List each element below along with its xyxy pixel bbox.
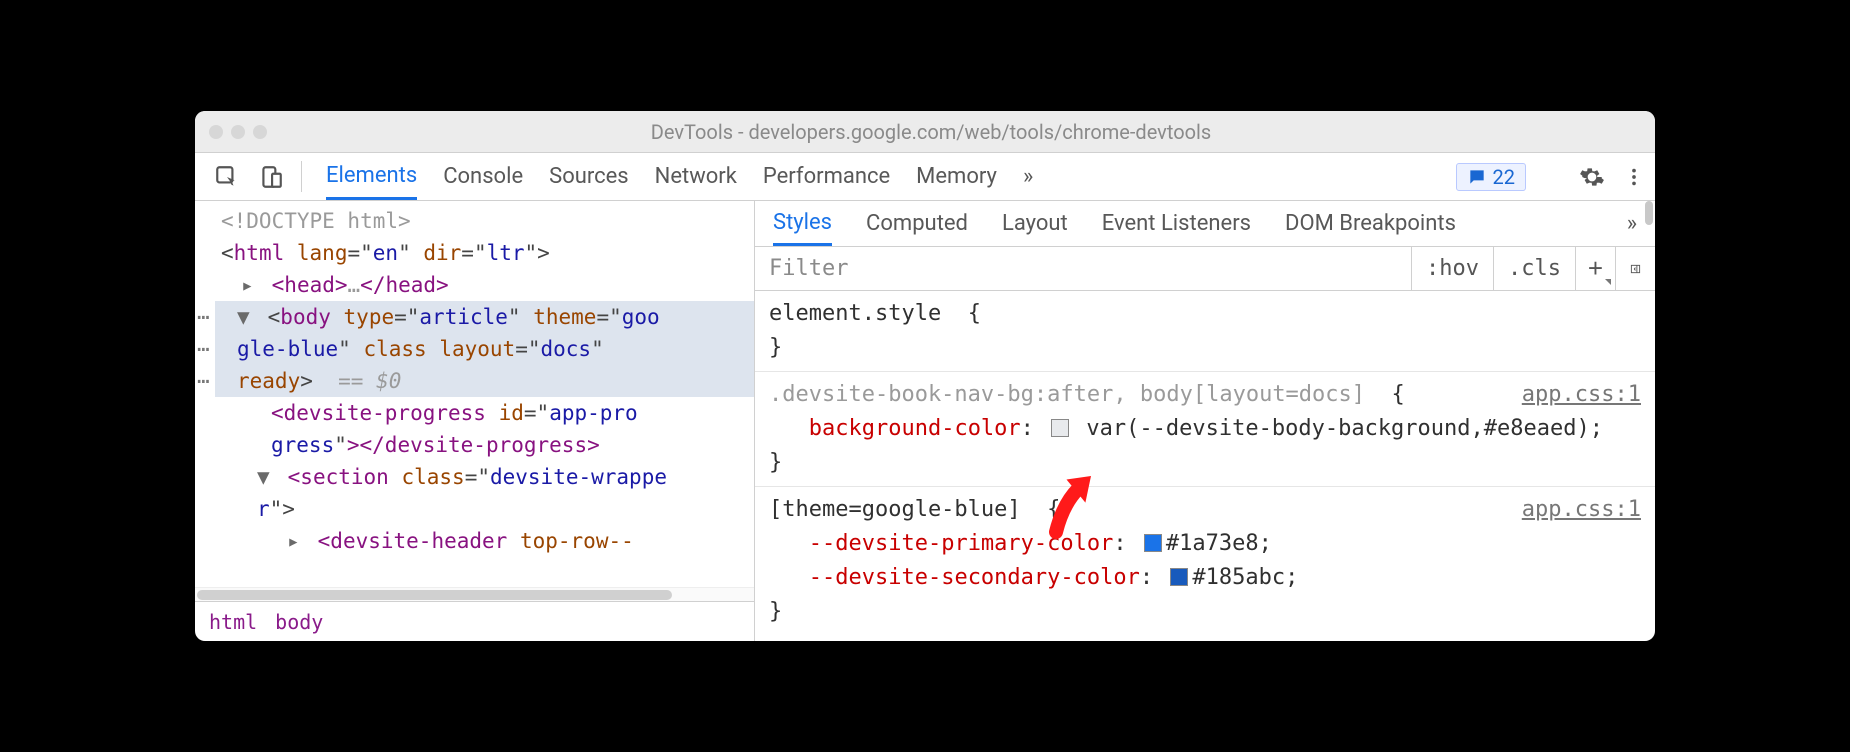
device-toggle-icon[interactable] <box>249 153 293 200</box>
rule-element-style[interactable]: element.style { } <box>755 291 1655 372</box>
subtab-computed[interactable]: Computed <box>866 201 968 246</box>
subtabs-overflow-icon[interactable]: » <box>1627 201 1637 246</box>
close-dot[interactable] <box>209 125 223 139</box>
settings-icon[interactable] <box>1579 164 1605 190</box>
styles-filter-bar: :hov .cls + <box>755 247 1655 291</box>
tab-performance[interactable]: Performance <box>763 153 890 200</box>
tab-sources[interactable]: Sources <box>549 153 629 200</box>
window-titlebar: DevTools - developers.google.com/web/too… <box>195 111 1655 153</box>
subtab-styles[interactable]: Styles <box>773 201 832 246</box>
css-prop-primary-color[interactable]: --devsite-primary-color <box>809 531 1114 556</box>
separator <box>301 161 302 192</box>
toolbar-right: 22 <box>1456 153 1645 200</box>
minimize-dot[interactable] <box>231 125 245 139</box>
selector: [theme=google-blue] <box>769 497 1021 522</box>
tab-network[interactable]: Network <box>655 153 737 200</box>
tab-console[interactable]: Console <box>443 153 523 200</box>
dom-horizontal-scrollbar[interactable] <box>195 587 754 601</box>
subtab-dom-breakpoints[interactable]: DOM Breakpoints <box>1285 201 1456 246</box>
color-swatch-icon[interactable] <box>1170 568 1188 586</box>
color-swatch-icon[interactable] <box>1144 534 1162 552</box>
dom-body-selected[interactable]: ▼ <body type="article" theme="goo <box>215 301 754 333</box>
zoom-dot[interactable] <box>253 125 267 139</box>
messages-count: 22 <box>1493 165 1515 189</box>
css-value[interactable]: #1a73e8 <box>1166 531 1259 556</box>
panes: <!DOCTYPE html> <html lang="en" dir="ltr… <box>195 201 1655 641</box>
css-value[interactable]: var(--devsite-body-background,#e8eaed) <box>1086 416 1589 441</box>
dom-html-open[interactable]: <html lang="en" dir="ltr"> <box>215 237 754 269</box>
css-prop-secondary-color[interactable]: --devsite-secondary-color <box>809 565 1140 590</box>
crumb-html[interactable]: html <box>209 610 257 634</box>
breadcrumb: html body <box>195 601 754 641</box>
selector: element.style <box>769 301 941 326</box>
chat-icon <box>1467 167 1487 187</box>
collapse-icon[interactable]: ▼ <box>237 301 255 333</box>
dom-head[interactable]: ▸ <head>…</head> <box>215 269 754 301</box>
traffic-lights <box>209 125 267 139</box>
dom-body-selected-l3[interactable]: ready> == $0 <box>215 365 754 397</box>
tabs-overflow-icon[interactable]: » <box>1023 153 1033 200</box>
main-toolbar: Elements Console Sources Network Perform… <box>195 153 1655 201</box>
window-title: DevTools - developers.google.com/web/too… <box>291 120 1641 144</box>
css-prop-background-color[interactable]: background-color <box>809 416 1021 441</box>
devtools-window: DevTools - developers.google.com/web/too… <box>195 111 1655 641</box>
inspect-icon[interactable] <box>205 153 249 200</box>
dom-body-selected-l2[interactable]: gle-blue" class layout="docs" <box>215 333 754 365</box>
style-rules: element.style { } app.css:1 .devsite-boo… <box>755 291 1655 635</box>
collapse-icon[interactable]: ▼ <box>257 461 275 493</box>
crumb-body[interactable]: body <box>275 610 323 634</box>
subtab-layout[interactable]: Layout <box>1002 201 1068 246</box>
dom-section-l2[interactable]: r"> <box>215 493 754 525</box>
tab-memory[interactable]: Memory <box>916 153 997 200</box>
cls-toggle[interactable]: .cls <box>1493 247 1575 290</box>
styles-panel: Styles Computed Layout Event Listeners D… <box>755 201 1655 641</box>
new-style-rule-button[interactable]: + <box>1575 247 1615 290</box>
styles-filter-input[interactable] <box>755 256 1411 281</box>
subtab-event-listeners[interactable]: Event Listeners <box>1102 201 1251 246</box>
rule-source-link[interactable]: app.css:1 <box>1522 378 1641 412</box>
rule-source-link[interactable]: app.css:1 <box>1522 493 1641 527</box>
css-value[interactable]: #185abc <box>1192 565 1285 590</box>
rule-body-layout-docs[interactable]: app.css:1 .devsite-book-nav-bg:after, bo… <box>755 372 1655 487</box>
color-swatch-icon[interactable] <box>1051 419 1069 437</box>
dom-section[interactable]: ▼ <section class="devsite-wrappe <box>215 461 754 493</box>
selector: .devsite-book-nav-bg:after, body[layout=… <box>769 382 1365 407</box>
dom-header[interactable]: ▸ <devsite-header top-row-- <box>215 525 754 557</box>
expand-icon[interactable]: ▸ <box>241 269 259 301</box>
console-messages-badge[interactable]: 22 <box>1456 163 1526 191</box>
rule-theme-google-blue[interactable]: app.css:1 [theme=google-blue] { --devsit… <box>755 487 1655 635</box>
tab-elements[interactable]: Elements <box>326 153 417 200</box>
dom-doctype[interactable]: <!DOCTYPE html> <box>215 205 754 237</box>
scroll-indicator[interactable] <box>1645 201 1653 225</box>
dom-progress[interactable]: <devsite-progress id="app-pro <box>215 397 754 429</box>
more-menu-icon[interactable] <box>1623 164 1645 190</box>
main-tabs: Elements Console Sources Network Perform… <box>310 153 1456 200</box>
expand-icon[interactable]: ▸ <box>287 525 305 557</box>
dom-progress-l2[interactable]: gress"></devsite-progress> <box>215 429 754 461</box>
dom-tree[interactable]: <!DOCTYPE html> <html lang="en" dir="ltr… <box>195 201 754 587</box>
toggle-sidebar-icon[interactable] <box>1615 247 1655 290</box>
hov-toggle[interactable]: :hov <box>1411 247 1493 290</box>
dom-panel: <!DOCTYPE html> <html lang="en" dir="ltr… <box>195 201 755 641</box>
styles-tabs: Styles Computed Layout Event Listeners D… <box>755 201 1655 247</box>
